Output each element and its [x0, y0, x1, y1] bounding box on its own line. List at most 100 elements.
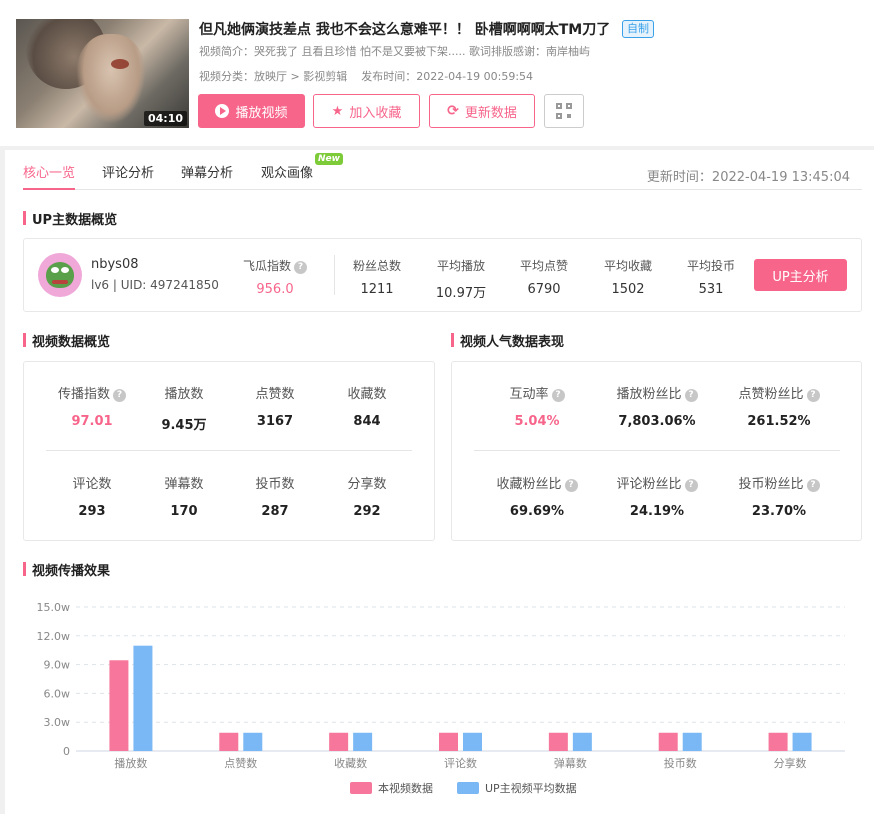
stat-play-fan-ratio: 播放粉丝比? 7,803.06%: [602, 383, 712, 429]
x-tick-label: 分享数: [774, 756, 807, 770]
x-tick-label: 投币数: [664, 756, 697, 770]
bar: [439, 732, 458, 751]
tab-audience[interactable]: 观众画像: [261, 162, 313, 190]
refresh-label: 更新数据: [464, 105, 517, 121]
bar: [768, 732, 788, 751]
up-analysis-button[interactable]: UP主分析: [754, 259, 847, 291]
update-time: 更新时间：2022-04-19 13:45:04: [646, 170, 850, 185]
help-icon[interactable]: ?: [806, 479, 820, 492]
stat-label: 点赞数: [255, 387, 295, 402]
stat-value: 24.19%: [629, 504, 685, 519]
video-thumbnail[interactable]: 04:10: [16, 19, 189, 128]
bar: [463, 732, 482, 751]
avatar[interactable]: [38, 253, 82, 297]
desc-label: 视频简介：: [199, 45, 254, 58]
bar: [682, 732, 702, 751]
stat-label: 评论数: [72, 477, 112, 492]
stat-label: 播放粉丝比: [616, 387, 682, 402]
main-panel: 核心一览 评论分析 弹幕分析 观众画像 New 更新时间：2022-04-19 …: [5, 150, 874, 814]
stat-coin: 投币数 287: [235, 473, 315, 519]
bar: [353, 732, 373, 751]
feigua-index: 飞瓜指数? 956.0: [236, 257, 314, 297]
up-name[interactable]: nbys08: [91, 257, 139, 272]
bar: [658, 732, 678, 751]
help-icon[interactable]: ?: [806, 389, 820, 402]
up-uid: lv6 | UID: 497241850: [91, 278, 219, 292]
x-tick-label: 弹幕数: [554, 756, 587, 770]
stat-label: 点赞粉丝比: [738, 387, 804, 402]
up-overview-card: nbys08 lv6 | UID: 497241850 飞瓜指数? 956.0 …: [23, 238, 862, 312]
y-tick-label: 6.0w: [44, 687, 71, 700]
video-header-card: 04:10 但凡她俩演技差点 我也不会这么意难平！！ 卧槽啊啊啊太TM刀了 自制…: [0, 0, 874, 146]
feigua-label: 飞瓜指数: [242, 259, 291, 273]
stat-value: 23.70%: [751, 504, 807, 519]
popularity-card: 互动率? 5.04% 播放粉丝比? 7,803.06% 点赞粉丝比? 261.5…: [451, 361, 862, 541]
help-icon[interactable]: ?: [551, 389, 565, 402]
popularity-title: 视频人气数据表现: [451, 331, 564, 350]
bar: [219, 732, 239, 751]
stat-value: 531: [698, 282, 724, 297]
play-video-button[interactable]: 播放视频: [198, 94, 305, 128]
stat-label: 粉丝总数: [352, 259, 401, 273]
stat-value: 292: [353, 504, 381, 519]
video-meta: 视频分类：放映厅 > 影视剪辑 发布时间：2022-04-19 00:59:54: [199, 68, 533, 84]
stat-fav-fan-ratio: 收藏粉丝比? 69.69%: [482, 473, 592, 519]
stat-label: 平均播放: [436, 259, 485, 273]
category-value: 放映厅 > 影视剪辑: [254, 70, 348, 83]
stat-value: 7,803.06%: [618, 414, 696, 429]
divider: [474, 450, 840, 451]
desc-text: 哭死我了 且看且珍惜 怕不是又要被下架..... 歌词排版感谢：南岸柚屿: [254, 45, 590, 58]
video-title[interactable]: 但凡她俩演技差点 我也不会这么意难平！！ 卧槽啊啊啊太TM刀了: [199, 19, 610, 39]
stat-label: 收藏粉丝比: [496, 477, 562, 492]
refresh-icon: ⟳: [447, 103, 459, 119]
help-icon[interactable]: ?: [294, 261, 307, 274]
x-tick-label: 收藏数: [334, 756, 367, 770]
stat-label: 评论粉丝比: [616, 477, 682, 492]
qr-code-button[interactable]: [544, 94, 584, 128]
stat-label: 投币粉丝比: [738, 477, 804, 492]
stat-comment: 评论数 293: [52, 473, 132, 519]
y-tick-label: 12.0w: [37, 630, 71, 643]
tab-comments[interactable]: 评论分析: [102, 162, 154, 190]
star-icon: ★: [331, 103, 344, 119]
legend-swatch: [350, 782, 372, 794]
stat-value: 170: [170, 504, 198, 519]
stat-label: 平均点赞: [519, 259, 568, 273]
y-tick-label: 3.0w: [44, 716, 71, 729]
tab-overview[interactable]: 核心一览: [23, 162, 76, 190]
help-icon[interactable]: ?: [684, 479, 698, 492]
new-badge: New: [315, 153, 343, 165]
help-icon[interactable]: ?: [113, 389, 126, 402]
stat-label: 互动率: [509, 387, 549, 402]
publish-label: 发布时间：: [361, 70, 417, 83]
stat-label: 弹幕数: [164, 477, 204, 492]
help-icon[interactable]: ?: [684, 389, 698, 402]
stat-interaction-rate: 互动率? 5.04%: [482, 383, 592, 429]
stat-like-fan-ratio: 点赞粉丝比? 261.52%: [724, 383, 834, 429]
x-tick-label: 播放数: [114, 756, 147, 770]
stat-label: 播放数: [164, 387, 204, 402]
add-favorite-button[interactable]: ★ 加入收藏: [313, 94, 420, 128]
y-tick-label: 0: [63, 745, 70, 758]
bar: [133, 645, 153, 751]
stat-value: 6790: [527, 282, 561, 297]
tab-danmaku[interactable]: 弹幕分析: [181, 162, 233, 190]
bar: [572, 732, 592, 751]
stat-label: 收藏数: [347, 387, 387, 402]
bar: [792, 732, 812, 751]
refresh-data-button[interactable]: ⟳ 更新数据: [429, 94, 535, 128]
legend-swatch: [457, 782, 479, 794]
x-tick-label: 点赞数: [224, 757, 257, 770]
category-label: 视频分类：: [199, 70, 254, 83]
x-tick-label: 评论数: [444, 756, 477, 770]
stat-coin-fan-ratio: 投币粉丝比? 23.70%: [724, 473, 834, 519]
self-made-tag: 自制: [622, 20, 654, 38]
up-section-title: UP主数据概览: [23, 209, 117, 228]
stat-label: 传播指数: [57, 387, 110, 402]
stat-share: 分享数 292: [327, 473, 407, 519]
stat-label: 平均收藏: [603, 259, 652, 273]
help-icon[interactable]: ?: [564, 479, 578, 492]
stat-spread-index: 传播指数? 97.01: [42, 383, 142, 429]
favorite-label: 加入收藏: [349, 105, 402, 121]
stat-value: 3167: [256, 414, 294, 429]
